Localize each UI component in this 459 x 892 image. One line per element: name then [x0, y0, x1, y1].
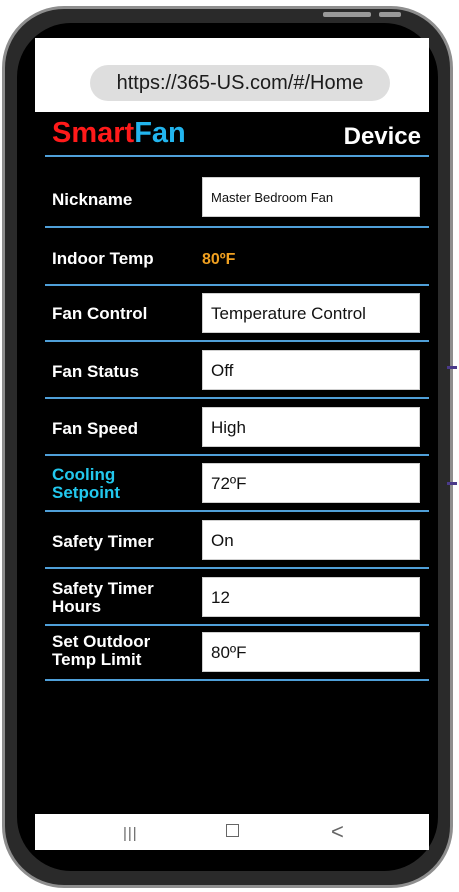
divider	[45, 624, 429, 626]
divider	[45, 510, 429, 512]
outdoor-temp-limit-field[interactable]: 80ºF	[202, 632, 420, 672]
outdoor-temp-limit-label-line1: Set Outdoor	[52, 632, 151, 651]
top-button	[323, 12, 371, 17]
phone-screen: https://365-US.com/#/Home SmartFan Devic…	[35, 38, 429, 850]
cooling-setpoint-label-line2: Setpoint	[52, 483, 120, 502]
divider	[45, 340, 429, 342]
divider	[45, 567, 429, 569]
divider	[45, 679, 429, 681]
fan-speed-select[interactable]: High	[202, 407, 420, 447]
recents-icon[interactable]: |||	[123, 822, 138, 846]
app-header: SmartFan Device	[35, 114, 429, 154]
outdoor-temp-limit-label: Set Outdoor Temp Limit	[52, 633, 150, 669]
divider	[45, 454, 429, 456]
outdoor-temp-limit-label-line2: Temp Limit	[52, 650, 142, 669]
divider	[45, 226, 429, 228]
safety-timer-hours-label-line2: Hours	[52, 597, 102, 616]
fan-speed-label: Fan Speed	[52, 419, 138, 438]
safety-timer-hours-field[interactable]: 12	[202, 577, 420, 617]
safety-timer-label: Safety Timer	[52, 532, 154, 551]
nickname-field[interactable]: Master Bedroom Fan	[202, 177, 420, 217]
cooling-setpoint-label-line1: Cooling	[52, 465, 116, 484]
safety-timer-hours-label: Safety Timer Hours	[52, 580, 154, 616]
back-icon[interactable]: <	[331, 820, 344, 844]
address-bar[interactable]: https://365-US.com/#/Home	[90, 65, 390, 101]
page-title: Device	[343, 123, 421, 150]
fan-control-select[interactable]: Temperature Control	[202, 293, 420, 333]
nickname-label: Nickname	[52, 190, 133, 209]
home-icon[interactable]	[226, 824, 239, 837]
safety-timer-hours-label-line1: Safety Timer	[52, 579, 154, 598]
android-nav-bar: ||| <	[35, 814, 429, 850]
divider	[45, 397, 429, 399]
fan-control-label: Fan Control	[52, 304, 148, 323]
indoor-temp-label: Indoor Temp	[52, 249, 154, 268]
cooling-setpoint-field[interactable]: 72ºF	[202, 463, 420, 503]
brand-smart: Smart	[52, 117, 135, 149]
top-button-2	[379, 12, 401, 17]
safety-timer-select[interactable]: On	[202, 520, 420, 560]
fan-status-label: Fan Status	[52, 362, 139, 381]
divider	[45, 284, 429, 286]
indoor-temp-value: 80ºF	[202, 251, 236, 268]
fan-status-field[interactable]: Off	[202, 350, 420, 390]
edge-marker	[447, 482, 457, 485]
brand-logo: SmartFan	[52, 117, 186, 150]
browser-bar: https://365-US.com/#/Home	[35, 38, 429, 112]
edge-marker	[447, 366, 457, 369]
brand-fan: Fan	[134, 117, 186, 149]
cooling-setpoint-label: Cooling Setpoint	[52, 466, 120, 502]
divider	[45, 155, 429, 157]
